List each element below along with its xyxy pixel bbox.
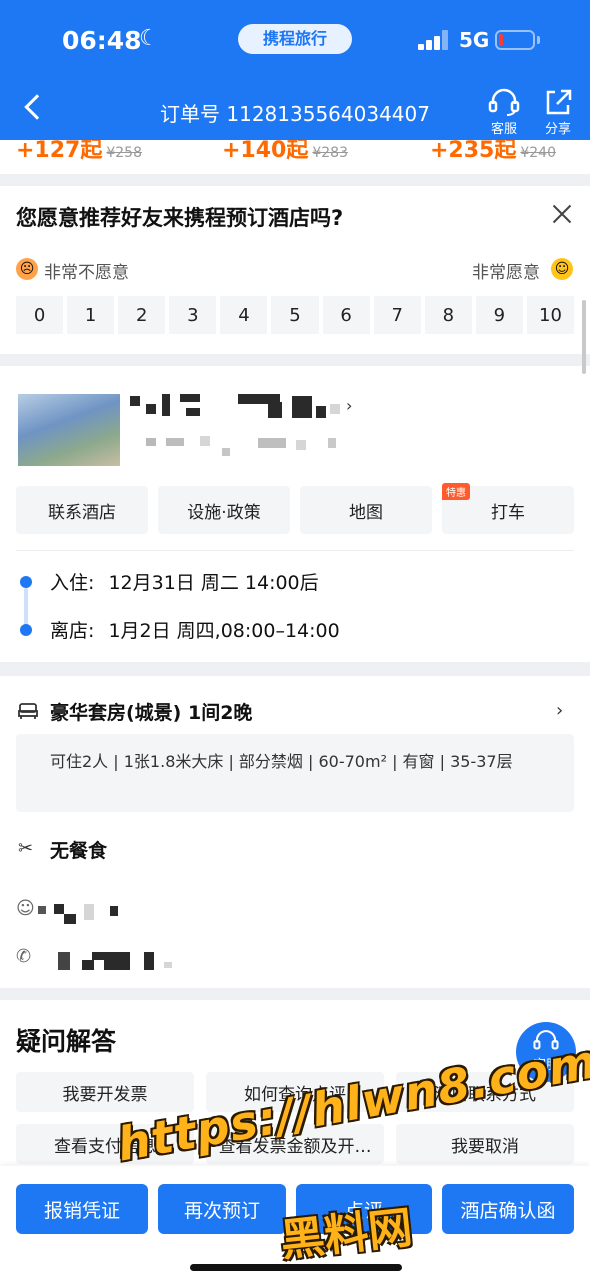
nps-option[interactable]: 6 (322, 296, 370, 334)
nps-option[interactable]: 3 (169, 296, 217, 334)
scrollbar[interactable] (582, 300, 586, 374)
taxi-label: 打车 (491, 502, 525, 523)
nps-option[interactable]: 0 (16, 296, 64, 334)
room-title[interactable]: 豪华套房(城景) 1间2晚 (50, 698, 252, 725)
top-bar: 06:48 ☾ 携程旅行 5G 订单号 1128135564034407 客服 … (0, 0, 590, 140)
peek-price: +235起 ¥240 (430, 140, 556, 163)
nps-option[interactable]: 8 (424, 296, 472, 334)
facilities-policy-button[interactable]: 设施·政策 (158, 486, 290, 534)
rebook-button[interactable]: 再次预订 (158, 1184, 286, 1234)
chevron-right-icon[interactable]: › (556, 700, 563, 721)
signal-icon (418, 30, 450, 50)
faq-title: 疑问解答 (16, 1027, 117, 1056)
hotel-thumbnail[interactable] (18, 394, 120, 466)
peek-price: +140起 ¥283 (222, 140, 348, 163)
hotel-actions: 联系酒店 设施·政策 地图 特惠 打车 (16, 483, 574, 534)
checkout-label: 离店: (50, 620, 95, 642)
contact-hotel-button[interactable]: 联系酒店 (16, 486, 148, 534)
checkin-row: 入住: 12月31日 周二 14:00后 (50, 568, 319, 595)
nps-option[interactable]: 7 (373, 296, 421, 334)
status-time: 06:48 (62, 26, 142, 55)
guest-icon: ☺ (16, 898, 35, 919)
scale-high-label: 非常愿意 (472, 263, 540, 283)
back-button[interactable] (18, 92, 50, 128)
faq-item[interactable]: 我要取消 (396, 1124, 574, 1164)
room-details: 可住2人 | 1张1.8米大床 | 部分禁烟 | 60-70m² | 有窗 | … (16, 734, 574, 812)
close-icon[interactable] (548, 200, 576, 228)
scale-low-label: 非常不愿意 (44, 263, 129, 283)
checkin-dot-icon (20, 576, 32, 588)
nps-option[interactable]: 10 (526, 296, 575, 334)
nps-option[interactable]: 9 (475, 296, 523, 334)
network-label: 5G (459, 28, 490, 52)
share-icon (546, 89, 572, 115)
room-card: 豪华套房(城景) 1间2晚 › 可住2人 | 1张1.8米大床 | 部分禁烟 |… (0, 676, 590, 988)
sad-face-icon: ☹ (16, 258, 38, 280)
hotel-confirmation-button[interactable]: 酒店确认函 (442, 1184, 574, 1234)
share-button[interactable]: 分享 (536, 88, 580, 137)
page-title: 订单号 1128135564034407 (160, 102, 430, 126)
bed-icon (18, 703, 38, 719)
price-peek-row: +127起 ¥258 +140起 ¥283 +235起 ¥240 (0, 140, 590, 174)
watermark-name: 黑料网 (278, 1202, 415, 1267)
share-label: 分享 (544, 122, 571, 137)
reimburse-button[interactable]: 报销凭证 (16, 1184, 148, 1234)
promo-badge: 特惠 (442, 483, 470, 500)
checkin-value: 12月31日 周二 14:00后 (108, 572, 319, 594)
taxi-button[interactable]: 特惠 打车 (442, 483, 574, 534)
checkout-dot-icon (20, 624, 32, 636)
chevron-right-icon: › (346, 396, 353, 415)
nps-option[interactable]: 4 (220, 296, 268, 334)
nps-option[interactable]: 2 (118, 296, 166, 334)
map-button[interactable]: 地图 (300, 486, 432, 534)
faq-item[interactable]: 我要开发票 (16, 1072, 194, 1112)
survey-question: 您愿意推荐好友来携程预订酒店吗? (16, 206, 344, 230)
meal-info: 无餐食 (50, 840, 108, 862)
checkin-label: 入住: (50, 572, 95, 594)
customer-service-label: 客服 (490, 122, 517, 137)
utensils-icon: ✂ (18, 838, 34, 859)
status-bar: 06:48 ☾ 携程旅行 5G (0, 22, 590, 58)
nps-option[interactable]: 1 (67, 296, 115, 334)
nps-scale: 0 1 2 3 4 5 6 7 8 9 10 (16, 296, 575, 334)
peek-price: +127起 ¥258 (16, 140, 142, 163)
hotel-card: › 联系酒店 设施·政策 地图 特惠 打车 入住: 12月31日 周二 14:0… (0, 366, 590, 662)
nps-option[interactable]: 5 (271, 296, 319, 334)
phone-icon: ✆ (16, 946, 32, 967)
happy-face-icon: ☺ (551, 258, 573, 280)
moon-icon: ☾ (139, 26, 159, 51)
brand-pill: 携程旅行 (238, 24, 352, 54)
battery-icon (495, 30, 535, 50)
checkout-value: 1月2日 周四,08:00–14:00 (108, 620, 340, 642)
chevron-left-icon (24, 94, 50, 120)
checkout-row: 离店: 1月2日 周四,08:00–14:00 (50, 616, 340, 643)
customer-service-button[interactable]: 客服 (482, 88, 526, 137)
nps-survey-card: 您愿意推荐好友来携程预订酒店吗? ☹ 非常不愿意 非常愿意 ☺ 0 1 2 3 … (0, 186, 590, 354)
headset-icon (488, 88, 520, 116)
